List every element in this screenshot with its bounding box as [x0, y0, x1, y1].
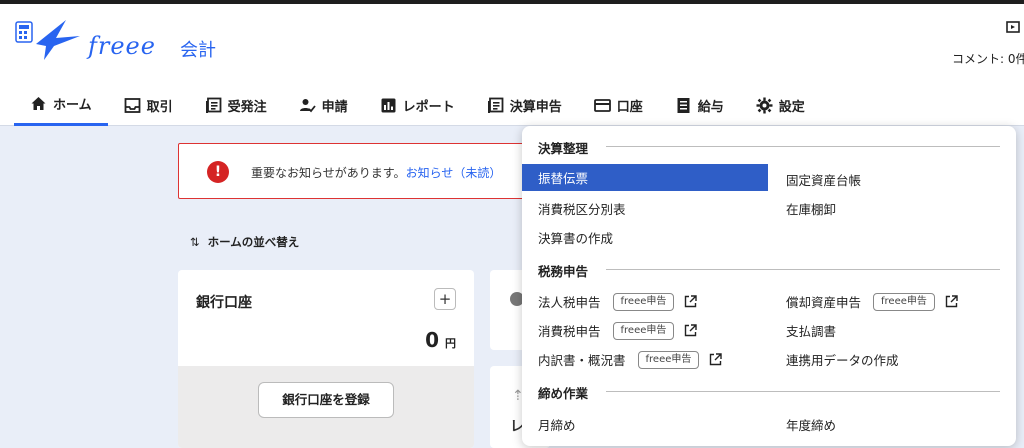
- freee-shinkoku-badge: freee申告: [612, 321, 675, 340]
- menu-item-renkei-data[interactable]: 連携用データの作成: [786, 350, 899, 369]
- section-divider: [606, 269, 1000, 270]
- freee-shinkoku-badge: freee申告: [873, 292, 935, 311]
- currency-unit: 円: [445, 337, 456, 350]
- external-link-icon: [710, 353, 723, 366]
- freee-shinkoku-badge: freee申告: [612, 292, 675, 311]
- nav-label: 設定: [778, 99, 805, 115]
- sort-label: ホームの並べ替え: [207, 235, 300, 249]
- nav-shinsei[interactable]: 申請: [283, 84, 364, 126]
- menu-item-label: 消費税申告: [538, 324, 601, 339]
- nav-label: 給与: [697, 99, 724, 115]
- menu-item-label: 内訳書・概況書: [538, 353, 626, 368]
- alert-text: 重要なお知らせがあります。お知らせ（未読）: [251, 164, 501, 181]
- bar-chart-icon: [381, 98, 396, 112]
- gear-icon: [756, 97, 773, 113]
- section-divider: [606, 391, 1000, 392]
- register-bank-account-button[interactable]: 銀行口座を登録: [258, 382, 394, 418]
- credit-card-icon: [593, 98, 611, 112]
- receipt-icon: [677, 97, 690, 113]
- card-footer: 銀行口座を登録: [178, 366, 474, 448]
- nav-label: 取引: [146, 99, 173, 115]
- bank-account-card: 銀行口座 + 0円 銀行口座を登録: [178, 270, 474, 448]
- menu-item-label: 法人税申告: [538, 295, 601, 310]
- logo-subtitle: 会計: [180, 40, 216, 61]
- document-icon: [487, 97, 504, 113]
- person-check-icon: [299, 98, 316, 112]
- menu-item-kotei-shisan[interactable]: 固定資産台帳: [786, 170, 861, 189]
- menu-item-zaiko-tanaoroshi[interactable]: 在庫棚卸: [786, 199, 836, 218]
- kessan-shinkoku-menu: 決算整理 振替伝票 固定資産台帳 消費税区分別表 在庫棚卸 決算書の作成 税務申…: [522, 126, 1016, 446]
- menu-item-tsukijime[interactable]: 月締め: [538, 415, 576, 434]
- exclamation-icon: !: [207, 161, 229, 183]
- important-notice-banner: ! 重要なお知らせがあります。お知らせ（未読）: [178, 143, 538, 199]
- nav-label: 口座: [616, 99, 643, 115]
- logo-text: freee: [88, 32, 156, 60]
- alert-message: 重要なお知らせがあります。: [251, 166, 406, 180]
- nav-juhacchu[interactable]: 受発注: [189, 84, 283, 126]
- freee-shinkoku-badge: freee申告: [637, 350, 700, 369]
- menu-item-furikae-denpyo[interactable]: 振替伝票: [522, 164, 768, 191]
- app-header: freee 会計 コメント: 0件 ホーム 取引 受発注 申請 レポート 決算申…: [0, 4, 1024, 126]
- play-icon[interactable]: [1006, 20, 1020, 38]
- balance-value: 0: [425, 328, 439, 352]
- nav-label: 申請: [321, 99, 348, 115]
- external-link-icon: [685, 295, 698, 308]
- menu-item-shohizei-shinkoku[interactable]: 消費税申告 freee申告: [538, 321, 698, 340]
- add-icon[interactable]: +: [434, 288, 456, 310]
- nav-settei[interactable]: 設定: [740, 84, 821, 126]
- bank-balance: 0円: [425, 328, 456, 352]
- freee-logo[interactable]: freee 会計: [14, 16, 224, 62]
- external-link-icon: [945, 295, 958, 308]
- nav-label: 受発注: [227, 99, 267, 115]
- menu-item-shiharai-chosho[interactable]: 支払調書: [786, 321, 836, 340]
- menu-item-hojinzei-shinkoku[interactable]: 法人税申告 freee申告: [538, 292, 698, 311]
- nav-torihiki[interactable]: 取引: [108, 84, 189, 126]
- menu-item-nendojime[interactable]: 年度締め: [786, 415, 836, 434]
- nav-koza[interactable]: 口座: [578, 84, 659, 126]
- nav-kessan-shinkoku[interactable]: 決算申告: [471, 84, 578, 126]
- document-icon: [205, 97, 222, 113]
- section-divider: [606, 146, 1000, 147]
- menu-item-uchiwakesho[interactable]: 内訳書・概況書 freee申告: [538, 350, 723, 369]
- comment-count[interactable]: コメント: 0件: [952, 50, 1024, 67]
- nav-kyuyo[interactable]: 給与: [659, 84, 740, 126]
- menu-item-shohizei-kubun[interactable]: 消費税区分別表: [538, 199, 626, 218]
- notice-link[interactable]: お知らせ（未読）: [406, 166, 502, 180]
- section-title-zeimu-shinkoku: 税務申告: [538, 264, 589, 279]
- nav-label: レポート: [402, 99, 455, 115]
- bird-calculator-icon: [15, 20, 80, 60]
- inbox-icon: [124, 97, 141, 113]
- nav-label: 決算申告: [509, 99, 562, 115]
- section-title-kessan-seiri: 決算整理: [538, 141, 589, 156]
- sort-arrows-icon: ⇅: [190, 235, 200, 249]
- card-title: 銀行口座: [196, 295, 252, 311]
- home-icon: [31, 97, 46, 110]
- menu-item-shokyaku-shisan[interactable]: 償却資産申告 freee申告: [786, 292, 958, 311]
- section-title-shime-sagyo: 締め作業: [538, 386, 589, 401]
- external-link-icon: [685, 324, 698, 337]
- main-nav: ホーム 取引 受発注 申請 レポート 決算申告 口座 給与 設定: [14, 84, 821, 126]
- nav-home[interactable]: ホーム: [14, 84, 108, 126]
- menu-item-kessansho[interactable]: 決算書の作成: [538, 228, 613, 247]
- menu-item-label: 償却資産申告: [786, 295, 862, 310]
- home-sort-button[interactable]: ⇅ ホームの並べ替え: [190, 234, 299, 250]
- nav-report[interactable]: レポート: [364, 84, 471, 126]
- nav-label: ホーム: [53, 98, 92, 113]
